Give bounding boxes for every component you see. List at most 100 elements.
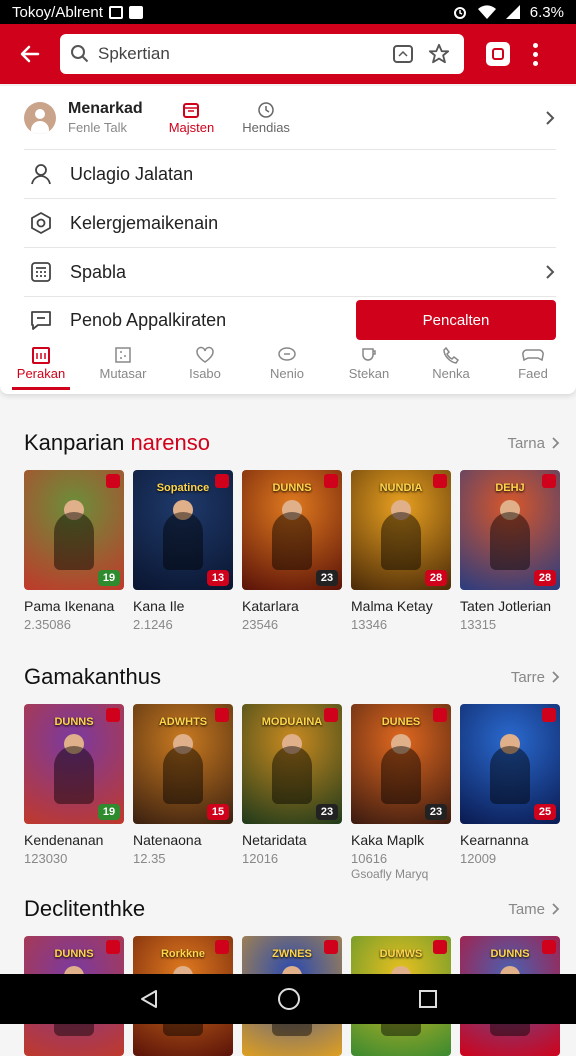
game-title: Malma Ketay: [351, 598, 433, 614]
game-count: 123030: [24, 851, 68, 866]
game-card[interactable]: ADWHTS 15 Natenaona 12.35: [133, 704, 233, 881]
sale-tag-icon: [324, 708, 338, 722]
grid-icon: [115, 347, 131, 363]
search-input[interactable]: Spkertian: [98, 44, 382, 64]
search-bar[interactable]: Spkertian: [60, 34, 464, 74]
rating-badge: 13: [207, 570, 229, 586]
profile-tab-majsten[interactable]: Majsten: [169, 100, 214, 135]
profile-row[interactable]: Menarkad Fenle Talk Majsten Hendias: [24, 86, 556, 150]
game-count: 2.35086: [24, 617, 71, 632]
rating-badge: 23: [425, 804, 447, 820]
game-cover-image[interactable]: ADWHTS 15: [133, 704, 233, 824]
game-title: Netaridata: [242, 832, 307, 848]
sale-tag-icon: [433, 940, 447, 954]
scan-button[interactable]: [388, 39, 418, 69]
cover-title-art: DUNNS: [490, 948, 530, 960]
game-card[interactable]: NUNDIA 28 Malma Ketay 13346: [351, 470, 451, 632]
back-button[interactable]: [0, 24, 60, 84]
rating-badge: 23: [316, 570, 338, 586]
menu-item-search[interactable]: Kelergjemaikenain: [24, 199, 556, 248]
clock-icon: [258, 102, 274, 118]
nav-recents-icon[interactable]: [418, 989, 438, 1009]
game-count: 12.35: [133, 851, 166, 866]
sale-tag-icon: [542, 940, 556, 954]
rating-badge: 15: [207, 804, 229, 820]
chevron-right-icon: [552, 437, 560, 449]
game-count: 10616: [351, 851, 388, 866]
menu-item-account[interactable]: Uclagio Jalatan: [24, 150, 556, 199]
nav-back-icon[interactable]: [138, 988, 160, 1010]
game-card[interactable]: MODUAINA 23 Netaridata 12016: [242, 704, 342, 881]
section-header: Gamakanthus Tarre: [24, 662, 560, 692]
game-count: 13346: [351, 617, 388, 632]
sale-tag-icon: [542, 708, 556, 722]
section-title: Kanparian narenso: [24, 430, 210, 455]
game-title: Kearnanna: [460, 832, 529, 848]
tab-nenka[interactable]: Nenka: [410, 340, 492, 392]
see-more-link[interactable]: Tarre: [511, 669, 560, 686]
game-card[interactable]: 19 Pama Ikenana 2.35086: [24, 470, 124, 632]
tab-isabo[interactable]: Isabo: [164, 340, 246, 392]
sale-tag-icon: [215, 708, 229, 722]
game-cover-image[interactable]: DUNNS 23: [242, 470, 342, 590]
game-count: 13315: [460, 617, 497, 632]
game-cover-image[interactable]: DUNES 23: [351, 704, 451, 824]
game-cover-image[interactable]: DUNNS 19: [24, 704, 124, 824]
game-card[interactable]: DUNNS 23 Katarlara 23546: [242, 470, 342, 632]
game-cover-image[interactable]: 19: [24, 470, 124, 590]
game-card[interactable]: Sopatince 13 Kana Ile 2.1246: [133, 470, 233, 632]
nav-home-icon[interactable]: [277, 987, 301, 1011]
game-card[interactable]: DUNNS 19 Kendenanan 123030: [24, 704, 124, 881]
chevron-right-icon: [552, 671, 560, 683]
chevron-right-icon: [552, 903, 560, 915]
system-nav-bar: [0, 974, 576, 1024]
sale-tag-icon: [542, 474, 556, 488]
menu-item-spabla[interactable]: Spabla: [24, 248, 556, 297]
sale-tag-icon: [324, 940, 338, 954]
sale-tag-icon: [433, 474, 447, 488]
game-card[interactable]: 25 Kearnanna 12009: [460, 704, 560, 881]
tab-nenio[interactable]: Nenio: [246, 340, 328, 392]
search-icon: [71, 45, 89, 63]
game-section: Gamakanthus Tarre DUNNS 19 Kendenanan 123030 A…: [24, 662, 560, 881]
sale-tag-icon: [215, 940, 229, 954]
notification-icon: [128, 5, 143, 19]
favorite-button[interactable]: [424, 39, 454, 69]
scan-icon: [393, 45, 413, 63]
profile-name: Menarkad: [68, 100, 143, 117]
pencalten-button[interactable]: Pencalten: [356, 300, 556, 340]
sale-tag-icon: [324, 474, 338, 488]
tab-faed[interactable]: Faed: [492, 340, 574, 392]
cup-icon: [362, 348, 376, 361]
section-title: Declitenthke: [24, 896, 146, 921]
more-options-button[interactable]: [530, 42, 540, 66]
game-cover-image[interactable]: Sopatince 13: [133, 470, 233, 590]
profile-tab-hendias[interactable]: Hendias: [242, 100, 290, 135]
game-title: Taten Jotlerian: [460, 598, 552, 614]
game-title: Pama Ikenana: [24, 598, 115, 614]
game-title: Katarlara: [242, 598, 299, 614]
game-cover-image[interactable]: 25: [460, 704, 560, 824]
wifi-icon: [477, 5, 496, 19]
tab-stekan[interactable]: Stekan: [328, 340, 410, 392]
see-more-link[interactable]: Tame: [508, 901, 560, 918]
chevron-right-icon: [546, 265, 555, 279]
user-icon: [31, 164, 51, 185]
mail-icon: [108, 5, 123, 19]
tab-perakan[interactable]: Perakan: [0, 340, 82, 392]
tab-mutasar[interactable]: Mutasar: [82, 340, 164, 392]
see-more-link[interactable]: Tarna: [507, 435, 560, 452]
phone-icon: [443, 346, 460, 364]
game-card[interactable]: DUNES 23 Kaka Maplk 10616 Gsoafly Maryq: [351, 704, 451, 881]
camera-icon: [492, 48, 504, 60]
back-arrow-icon: [20, 45, 40, 63]
game-card[interactable]: DEHJ 28 Taten Jotlerian 13315: [460, 470, 560, 632]
cover-title-art: DUNNS: [54, 948, 94, 960]
cover-title-art: DUNES: [381, 716, 421, 728]
menu-panel: Menarkad Fenle Talk Majsten Hendias Ucla…: [0, 86, 576, 394]
game-cover-image[interactable]: MODUAINA 23: [242, 704, 342, 824]
game-cover-image[interactable]: DEHJ 28: [460, 470, 560, 590]
game-title: Kaka Maplk: [351, 832, 425, 848]
game-cover-image[interactable]: NUNDIA 28: [351, 470, 451, 590]
camera-button[interactable]: [486, 42, 510, 66]
